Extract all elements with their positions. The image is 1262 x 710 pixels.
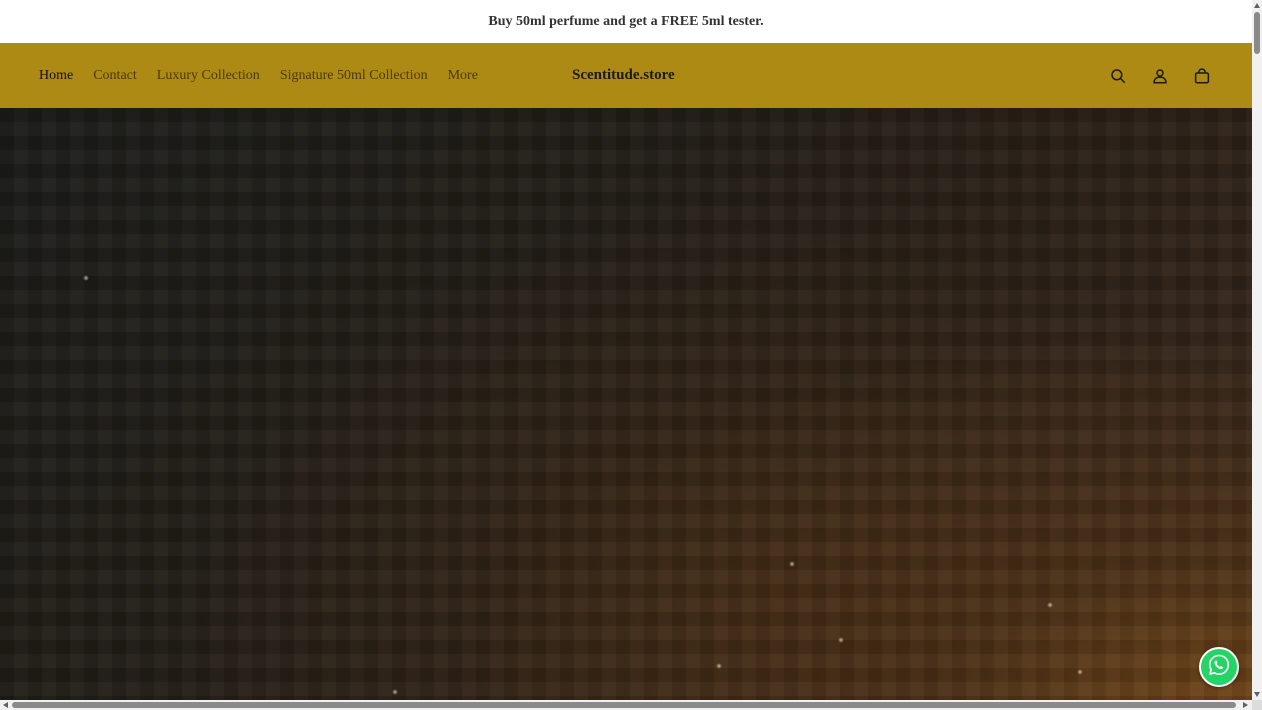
horizontal-scrollbar[interactable]	[0, 700, 1252, 710]
nav-home[interactable]: Home	[39, 68, 73, 84]
whatsapp-icon	[1207, 653, 1231, 682]
scroll-up-icon[interactable]	[1254, 3, 1260, 8]
horizontal-scroll-thumb[interactable]	[12, 702, 1236, 708]
hero-sparkle	[838, 637, 844, 643]
site-logo[interactable]: Scentitude.store	[572, 43, 675, 108]
nav-signature-50ml-collection[interactable]: Signature 50ml Collection	[280, 68, 428, 84]
vertical-scroll-thumb[interactable]	[1254, 12, 1260, 54]
hero-sparkle	[789, 561, 795, 567]
hero-sparkle	[1077, 669, 1083, 675]
hero-texture	[0, 108, 1252, 702]
whatsapp-chat-button[interactable]	[1199, 647, 1239, 687]
scroll-right-icon[interactable]	[1243, 702, 1248, 708]
hero-sparkle	[392, 689, 398, 695]
cart-icon[interactable]	[1192, 66, 1212, 86]
vertical-scrollbar[interactable]	[1252, 0, 1262, 710]
main-nav: Home Contact Luxury Collection Signature…	[39, 43, 498, 108]
search-icon[interactable]	[1108, 66, 1128, 86]
account-icon[interactable]	[1150, 66, 1170, 86]
hero-sparkle	[716, 663, 722, 669]
scroll-down-icon[interactable]	[1254, 692, 1260, 697]
announcement-text: Buy 50ml perfume and get a FREE 5ml test…	[488, 13, 764, 29]
scrollbar-corner	[1252, 700, 1262, 710]
header-icons	[1086, 43, 1212, 108]
site-header: Home Contact Luxury Collection Signature…	[0, 43, 1252, 108]
nav-luxury-collection[interactable]: Luxury Collection	[157, 68, 260, 84]
hero-banner	[0, 108, 1252, 702]
nav-contact[interactable]: Contact	[93, 68, 137, 84]
hero-sparkle	[1047, 602, 1053, 608]
hero-sparkle	[83, 275, 89, 281]
scroll-left-icon[interactable]	[3, 702, 8, 708]
nav-more[interactable]: More	[448, 68, 478, 84]
announcement-bar: Buy 50ml perfume and get a FREE 5ml test…	[0, 0, 1252, 43]
